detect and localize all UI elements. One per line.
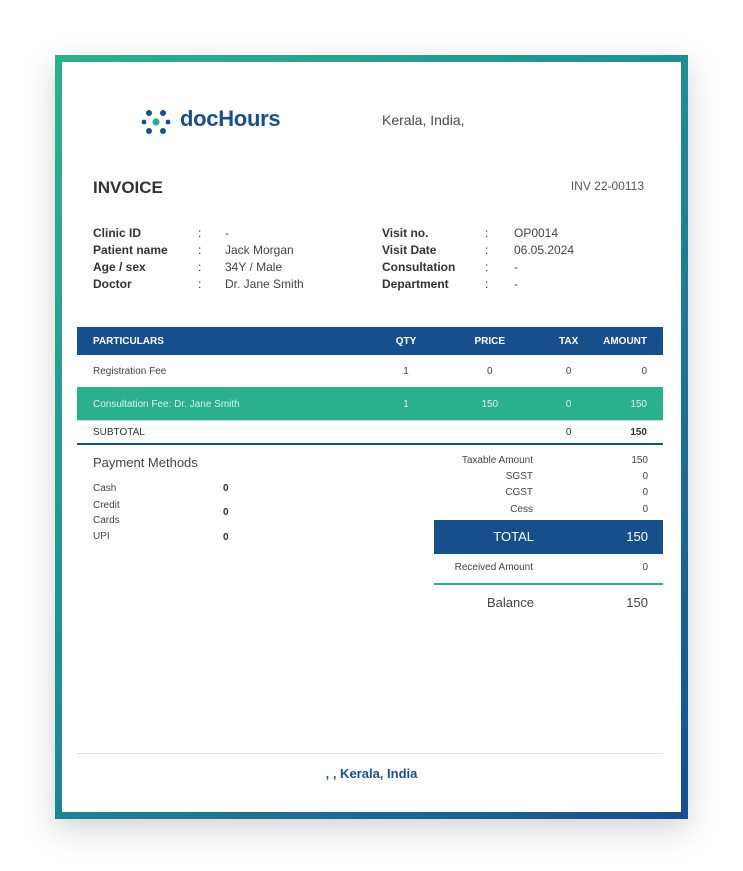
patient-name-label: Patient name <box>93 243 168 257</box>
invoice-page: docHours Kerala, India, INVOICE INV 22-0… <box>62 62 681 812</box>
subtotal-amount: 150 <box>630 426 647 438</box>
cell-particulars: Consultation Fee: Dr. Jane Smith <box>77 387 367 421</box>
brand-location: Kerala, India, <box>382 112 465 128</box>
separator: : <box>485 243 489 257</box>
balance-value: 150 <box>626 595 648 610</box>
total-value: 150 <box>626 529 648 544</box>
cell-particulars: Registration Fee <box>93 365 167 377</box>
visit-no-label: Visit no. <box>382 226 429 240</box>
taxable-amount-label: Taxable Amount <box>461 455 533 466</box>
total-label: TOTAL <box>493 529 534 544</box>
col-tax: TAX <box>534 327 604 355</box>
department-value: - <box>514 277 518 291</box>
payment-methods-title: Payment Methods <box>93 455 198 470</box>
cell-amount: 0 <box>641 365 647 377</box>
payment-cash-label: Cash <box>93 483 117 494</box>
separator: : <box>485 226 489 240</box>
separator: : <box>198 277 202 291</box>
subtotal-tax: 0 <box>565 426 572 438</box>
subtotal-divider <box>77 420 663 421</box>
col-amount: AMOUNT <box>603 327 663 355</box>
balance-label: Balance <box>487 595 534 610</box>
invoice-number: INV 22-00113 <box>570 179 644 193</box>
taxable-amount-value: 150 <box>631 455 648 466</box>
payment-cash-value: 0 <box>223 483 229 494</box>
separator: : <box>485 277 489 291</box>
col-qty: QTY <box>366 327 446 355</box>
received-amount-value: 0 <box>642 562 648 573</box>
payment-credit-value: 0 <box>223 507 229 518</box>
total-box: TOTAL 150 <box>434 520 663 554</box>
footer-address: , , Kerala, India <box>325 766 418 781</box>
separator: : <box>485 260 489 274</box>
cell-tax: 0 <box>534 387 604 421</box>
subtotal-label: SUBTOTAL <box>93 426 145 438</box>
table-row: Registration Fee 1 0 0 0 <box>77 355 663 387</box>
items-table: PARTICULARS QTY PRICE TAX AMOUNT Registr… <box>77 327 663 443</box>
payment-upi-label: UPI <box>93 531 110 542</box>
cess-value: 0 <box>642 504 648 515</box>
patient-name-value: Jack Morgan <box>225 243 294 257</box>
invoice-title: INVOICE <box>93 178 163 197</box>
visit-date-label: Visit Date <box>382 243 437 257</box>
age-sex-label: Age / sex <box>93 260 146 274</box>
table-row-highlighted: Consultation Fee: Dr. Jane Smith 1 150 0… <box>77 387 663 421</box>
clinic-id-label: Clinic ID <box>93 226 142 240</box>
sgst-label: SGST <box>505 471 533 482</box>
consultation-label: Consultation <box>382 260 456 274</box>
col-particulars: PARTICULARS <box>77 327 367 355</box>
cess-label: Cess <box>510 504 533 515</box>
clinic-id-value: - <box>225 226 229 240</box>
cell-qty: 1 <box>366 387 446 421</box>
received-amount-label: Received Amount <box>454 562 533 573</box>
visit-date-value: 06.05.2024 <box>514 243 575 257</box>
subtotal-underline <box>77 443 663 445</box>
cell-price: 0 <box>487 365 493 377</box>
cell-tax: 0 <box>565 365 572 377</box>
consultation-value: - <box>514 260 518 274</box>
doctor-label: Doctor <box>93 277 132 291</box>
payment-upi-value: 0 <box>223 532 229 543</box>
cell-price: 150 <box>445 387 535 421</box>
col-price: PRICE <box>445 327 535 355</box>
age-sex-value: 34Y / Male <box>225 260 283 274</box>
separator: : <box>198 243 202 257</box>
doctor-value: Dr. Jane Smith <box>225 277 304 291</box>
department-label: Department <box>382 277 449 291</box>
received-divider <box>434 583 663 585</box>
brand-name: docHours <box>180 106 281 131</box>
footer-divider <box>77 753 663 754</box>
payment-credit-label: Credit Cards <box>93 500 120 526</box>
sgst-value: 0 <box>642 471 648 482</box>
cell-qty: 1 <box>403 365 409 377</box>
separator: : <box>198 260 202 274</box>
visit-no-value: OP0014 <box>514 226 559 240</box>
separator: : <box>198 226 202 240</box>
subtotal-row: SUBTOTAL 0 150 <box>77 421 663 443</box>
dots-cluster-icon <box>141 110 171 134</box>
cgst-value: 0 <box>642 487 648 498</box>
table-header: PARTICULARS QTY PRICE TAX AMOUNT <box>77 327 663 355</box>
cgst-label: CGST <box>505 487 533 498</box>
cell-amount: 150 <box>603 387 663 421</box>
